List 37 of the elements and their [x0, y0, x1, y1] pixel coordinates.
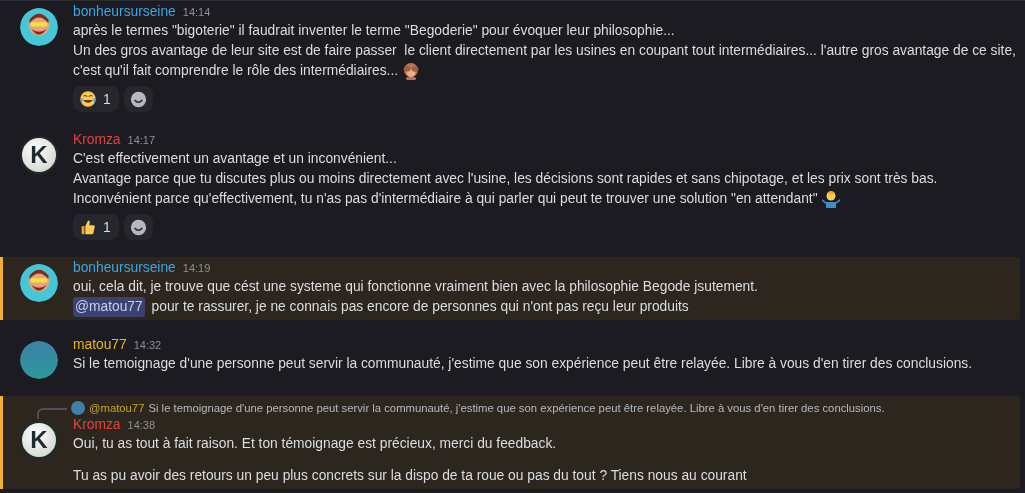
laughing-face-icon: [79, 90, 97, 108]
reply-author[interactable]: @matou77: [89, 402, 145, 414]
message-text: Un des gros avantage de leur site est de faire passer le client directement par les usines en coupant tout intermédiaires... l'autre gros avantage de ce site,: [73, 42, 1016, 60]
message-text: Avantage parce que tu discutes plus ou moins directement avec l'usine, les décisions sont rapides et sans chipotage, et les prix sont très bas.: [73, 170, 938, 188]
timestamp: 14:38: [127, 419, 156, 431]
message-text: après le termes "bigoterie" il faudrait inventer le terme "Begoderie" pour évoquer leur philosophie...: [73, 22, 675, 40]
avatar-logo: K: [20, 136, 58, 174]
message-text: pour te rassurer, je ne connais pas encore de personnes qui n'ont pas reçu leur produits: [150, 298, 689, 316]
reaction-button[interactable]: 1: [73, 214, 119, 240]
reaction-button[interactable]: 1: [73, 86, 119, 112]
person-shrugging-icon: [820, 189, 841, 209]
user-mention[interactable]: @matou77: [73, 297, 145, 317]
thumbs-up-icon: [79, 218, 97, 236]
message-text: oui, cela dit, je trouve que cést une systeme qui fonctionne vraiment bien avec la philosophie Begode jsutement.: [73, 278, 758, 296]
timestamp: 14:32: [133, 339, 162, 351]
message-text: C'est effectivement un avantage et un inconvénient...: [73, 150, 397, 168]
reply-connector: [37, 408, 67, 419]
username[interactable]: matou77: [73, 337, 127, 352]
message-text: Tu as pu avoir des retours un peu plus concrets sur la dispo de ta roue ou pas du tout ? Tiens nous au courant: [73, 467, 747, 485]
add-reaction-button[interactable]: [123, 86, 153, 112]
reply-text[interactable]: Si le temoignage d'une personne peut servir la communauté, j'estime que son expérience peut être relayée. Libre à vous d'en tirer des conclusions.: [148, 402, 885, 414]
message-text: Inconvénient parce qu'effectivement, tu n'as pas d'intermédiaire à qui parler qui peut te trouver une solution "en attendant": [73, 190, 818, 208]
username[interactable]: bonheursurseine: [73, 4, 176, 19]
message-text: c'est qu'il fait comprendre le rôle des intermédiaires...: [73, 62, 399, 80]
username[interactable]: bonheursurseine: [73, 260, 176, 275]
avatar-logo: K: [20, 421, 58, 459]
smiley-icon: [129, 90, 147, 108]
username[interactable]: Kromza: [73, 132, 121, 147]
message-text: Si le temoignage d'une personne peut servir la communauté, j'estime que son expérience peut être relayée. Libre à vous d'en tirer des conclusions.: [73, 355, 973, 373]
timestamp: 14:14: [182, 6, 211, 18]
photo-placeholder: [71, 401, 85, 415]
username[interactable]: Kromza: [73, 417, 121, 432]
timestamp: 14:19: [182, 262, 211, 274]
smiley-icon: [129, 218, 147, 236]
add-reaction-button[interactable]: [123, 214, 153, 240]
timestamp: 14:17: [127, 134, 156, 146]
message-text: Oui, tu as tout à fait raison. Et ton témoignage est précieux, merci du feedback.: [73, 435, 557, 453]
